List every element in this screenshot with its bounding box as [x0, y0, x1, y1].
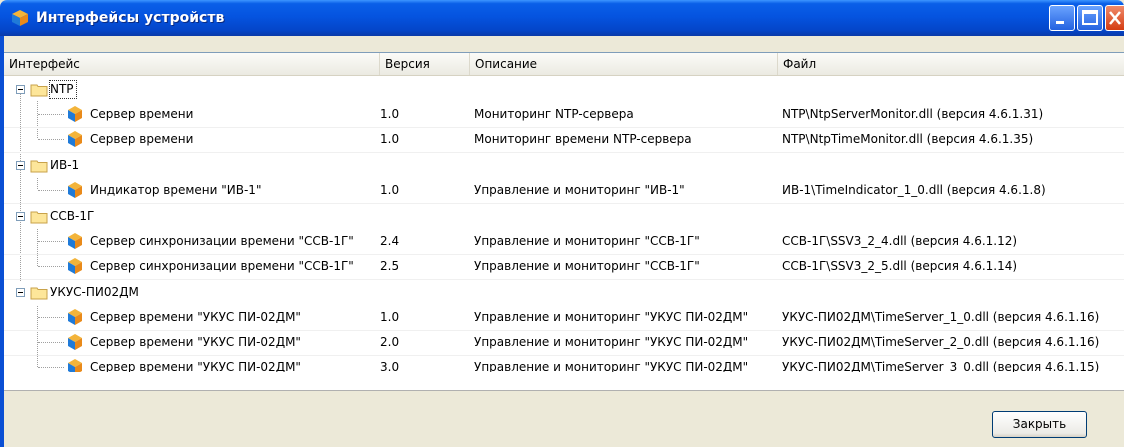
close-window-button[interactable]: [1105, 5, 1124, 31]
tree-group-row[interactable]: ССВ-1Г: [4, 204, 1124, 229]
file-cell: УКУС-ПИ02ДМ\TimeServer_1_0.dll (версия 4…: [782, 310, 1100, 324]
collapse-icon[interactable]: [16, 212, 25, 221]
column-header-interface[interactable]: Интерфейс: [4, 53, 380, 75]
component-icon: [68, 309, 82, 325]
tree-line: [38, 342, 64, 343]
table-row[interactable]: Сервер времени 1.0 Мониторинг времени NT…: [4, 127, 1124, 153]
title-bar[interactable]: Интерфейсы устройств: [0, 0, 1124, 36]
list-header: Интерфейс Версия Описание Файл: [4, 53, 1124, 76]
maximize-button[interactable]: [1077, 5, 1103, 31]
minimize-icon: [1056, 21, 1064, 24]
list-bottom-area: [4, 372, 1124, 391]
version-cell: 1.0: [380, 107, 400, 121]
tree-line: [38, 241, 64, 242]
tree-group-row[interactable]: ИВ-1: [4, 153, 1124, 178]
tree-line: [38, 367, 64, 368]
tree-group-label: NTP: [49, 80, 77, 99]
version-cell: 2.4: [380, 234, 400, 248]
column-header-description[interactable]: Описание: [470, 53, 778, 75]
collapse-icon[interactable]: [16, 288, 25, 297]
version-cell: 1.0: [380, 183, 400, 197]
file-cell: NTP\NtpTimeMonitor.dll (версия 4.6.1.35): [782, 132, 1034, 146]
interface-cell: Сервер времени "УКУС ПИ-02ДМ": [90, 310, 301, 324]
folder-icon: [30, 211, 48, 224]
window-title: Интерфейсы устройств: [36, 10, 225, 26]
table-row[interactable]: Сервер времени 1.0 Мониторинг NTP-сервер…: [4, 102, 1124, 128]
tree-group-label: ИВ-1: [50, 158, 80, 172]
table-row[interactable]: Индикатор времени "ИВ-1" 1.0 Управление …: [4, 178, 1124, 204]
folder-icon: [30, 160, 48, 173]
interface-cell: Сервер синхронизации времени "ССВ-1Г": [90, 234, 354, 248]
column-header-version[interactable]: Версия: [380, 53, 470, 75]
interface-cell: Сервер времени: [90, 107, 194, 121]
collapse-icon[interactable]: [16, 161, 25, 170]
tree-line: [38, 266, 64, 267]
version-cell: 2.0: [380, 335, 400, 349]
interface-cell: Сервер времени "УКУС ПИ-02ДМ": [90, 335, 301, 349]
package-icon: [12, 10, 28, 26]
collapse-icon[interactable]: [16, 85, 25, 94]
tree-line: [38, 190, 64, 191]
description-cell: Управление и мониторинг "УКУС ПИ-02ДМ": [474, 310, 749, 324]
close-button[interactable]: Закрыть: [992, 411, 1087, 438]
description-cell: Управление и мониторинг "ССВ-1Г": [474, 259, 700, 273]
description-cell: Управление и мониторинг "ССВ-1Г": [474, 234, 700, 248]
minimize-button[interactable]: [1049, 5, 1075, 31]
folder-icon: [30, 84, 48, 97]
interfaces-tree-list[interactable]: Интерфейс Версия Описание Файл NTP Серве…: [4, 52, 1124, 375]
column-header-file[interactable]: Файл: [778, 53, 1124, 75]
file-cell: NTP\NtpServerMonitor.dll (версия 4.6.1.3…: [782, 107, 1044, 121]
version-cell: 1.0: [380, 132, 400, 146]
table-row[interactable]: Сервер синхронизации времени "ССВ-1Г" 2.…: [4, 254, 1124, 280]
device-interfaces-window: Интерфейсы устройств Интерфейс Версия Оп…: [0, 0, 1124, 447]
file-cell: ССВ-1Г\SSV3_2_4.dll (версия 4.6.1.12): [782, 234, 1018, 248]
file-cell: ИВ-1\TimeIndicator_1_0.dll (версия 4.6.1…: [782, 183, 1046, 197]
component-icon: [68, 258, 82, 274]
tree-group-row[interactable]: NTP: [4, 77, 1124, 102]
folder-icon: [30, 287, 48, 300]
version-cell: 1.0: [380, 310, 400, 324]
table-row[interactable]: Сервер времени "УКУС ПИ-02ДМ" 2.0 Управл…: [4, 330, 1124, 356]
interface-cell: Сервер синхронизации времени "ССВ-1Г": [90, 259, 354, 273]
tree-line: [38, 114, 64, 115]
tree-group-label: ССВ-1Г: [50, 209, 95, 223]
tree-line: [38, 139, 64, 140]
description-cell: Мониторинг времени NTP-сервера: [474, 132, 692, 146]
description-cell: Мониторинг NTP-сервера: [474, 107, 634, 121]
file-cell: ССВ-1Г\SSV3_2_5.dll (версия 4.6.1.14): [782, 259, 1018, 273]
component-icon: [68, 334, 82, 350]
component-icon: [68, 131, 82, 147]
maximize-icon: [1082, 10, 1098, 25]
interface-cell: Сервер времени: [90, 132, 194, 146]
tree-group-label: УКУС-ПИ02ДМ: [50, 285, 139, 299]
version-cell: 2.5: [380, 259, 400, 273]
interface-cell: Индикатор времени "ИВ-1": [90, 183, 262, 197]
tree-line: [38, 317, 64, 318]
component-icon: [68, 233, 82, 249]
description-cell: Управление и мониторинг "ИВ-1": [474, 183, 685, 197]
table-row[interactable]: Сервер времени "УКУС ПИ-02ДМ" 1.0 Управл…: [4, 305, 1124, 331]
description-cell: Управление и мониторинг "УКУС ПИ-02ДМ": [474, 335, 749, 349]
file-cell: УКУС-ПИ02ДМ\TimeServer_2_0.dll (версия 4…: [782, 335, 1100, 349]
component-icon: [68, 182, 82, 198]
table-row[interactable]: Сервер синхронизации времени "ССВ-1Г" 2.…: [4, 229, 1124, 255]
close-icon: [1109, 11, 1121, 25]
component-icon: [68, 106, 82, 122]
tree-group-row[interactable]: УКУС-ПИ02ДМ: [4, 280, 1124, 305]
